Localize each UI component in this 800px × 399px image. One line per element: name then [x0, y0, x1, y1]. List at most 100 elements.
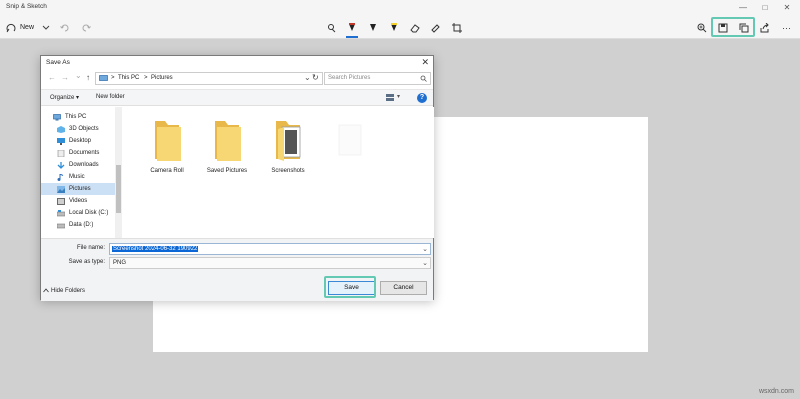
new-label: New — [20, 24, 35, 31]
dialog-title: Save As — [46, 59, 70, 66]
eraser-button[interactable] — [410, 20, 420, 35]
folder-icon — [155, 121, 181, 161]
highlighter-icon — [391, 22, 397, 31]
save-as-dialog: Save As ✕ ← → ⌄ ↑ > This PC > Pictures ⌄… — [40, 55, 434, 301]
chevron-down-icon — [42, 25, 50, 30]
nav-item-downloads[interactable]: Downloads — [57, 159, 115, 171]
recent-locations-button[interactable]: ⌄ — [75, 71, 82, 80]
folder-label: Saved Pictures — [206, 168, 248, 174]
nav-item-desktop[interactable]: Desktop — [57, 135, 115, 147]
nav-item-data-d[interactable]: Data (D:) — [57, 219, 115, 231]
save-button-highlight — [324, 276, 376, 298]
view-dropdown-arrow[interactable]: ▾ — [397, 93, 400, 100]
command-bar: Organize ▾ New folder ▾ ? — [41, 89, 433, 106]
navigation-pane: This PC 3D Objects Desktop Documents Dow… — [41, 107, 123, 238]
nav-item-label: 3D Objects — [69, 126, 99, 132]
organize-button[interactable]: Organize ▾ — [50, 94, 79, 101]
nav-item-3d-objects[interactable]: 3D Objects — [57, 123, 115, 135]
save-as-type-value: PNG — [113, 260, 127, 266]
nav-item-label: Documents — [69, 150, 100, 156]
close-button[interactable]: ✕ — [780, 2, 794, 14]
nav-item-local-disk-c[interactable]: Local Disk (C:) — [57, 207, 115, 219]
folder-icon — [276, 121, 301, 161]
folder-label: Screenshots — [271, 168, 305, 174]
toolbar-highlight — [711, 17, 755, 37]
nav-item-label: Downloads — [69, 162, 99, 168]
nav-item-label: Pictures — [69, 186, 91, 192]
pictures-icon — [57, 185, 65, 193]
crop-button[interactable] — [452, 20, 462, 35]
forward-button[interactable]: → — [61, 73, 69, 82]
address-dropdown[interactable]: ⌄ — [304, 73, 311, 82]
nav-item-label: Desktop — [69, 138, 92, 144]
new-snip-button[interactable]: New — [6, 20, 34, 35]
nav-item-label: Data (D:) — [69, 222, 94, 228]
nav-item-pictures[interactable]: Pictures — [41, 183, 115, 195]
redo-icon — [82, 24, 91, 32]
file-name-input[interactable]: Screenshot 2024-06-32 190922 ⌄ — [109, 243, 431, 255]
folder-label: Camera Roll — [150, 168, 184, 174]
undo-icon — [60, 24, 69, 32]
app-title: Snip & Sketch — [6, 3, 47, 10]
zoom-icon — [697, 23, 707, 32]
ruler-icon — [431, 23, 440, 33]
address-bar[interactable]: > This PC > Pictures ⌄ — [95, 72, 323, 85]
folder-item[interactable]: Saved Pictures — [197, 115, 257, 179]
document-icon — [57, 149, 65, 157]
hide-folders-label: Hide Folders — [51, 288, 86, 295]
nav-item-label: Local Disk (C:) — [69, 210, 109, 216]
undo-button[interactable] — [60, 20, 69, 35]
computer-icon — [99, 75, 108, 81]
share-button[interactable] — [760, 20, 770, 35]
app-title-bar: Snip & Sketch — □ ✕ — [0, 0, 800, 16]
help-icon[interactable]: ? — [417, 93, 427, 103]
new-dropdown-button[interactable] — [42, 20, 50, 35]
nav-item-videos[interactable]: Videos — [57, 195, 115, 207]
file-list: Camera Roll Saved Pictures Screenshots — [123, 107, 434, 238]
file-name-dropdown-arrow[interactable]: ⌄ — [422, 245, 428, 253]
pencil-button[interactable] — [368, 20, 378, 35]
drive-icon — [57, 223, 65, 228]
computer-icon — [53, 113, 61, 120]
nav-pane-scrollbar[interactable] — [115, 107, 122, 238]
save-as-type-select[interactable]: PNG ⌄ — [109, 257, 431, 269]
dialog-close-button[interactable]: ✕ — [421, 57, 429, 68]
nav-item-this-pc[interactable]: This PC — [53, 111, 115, 123]
share-icon — [760, 22, 769, 32]
touch-writing-icon — [328, 23, 336, 32]
back-button[interactable]: ← — [48, 73, 56, 82]
crop-icon — [452, 22, 462, 33]
nav-item-music[interactable]: Music — [57, 171, 115, 183]
search-placeholder: Search Pictures — [328, 75, 371, 81]
search-box[interactable]: Search Pictures — [324, 72, 431, 85]
nav-item-documents[interactable]: Documents — [57, 147, 115, 159]
new-folder-button[interactable]: New folder — [96, 94, 125, 100]
address-this-pc[interactable]: This PC — [118, 75, 139, 81]
zoom-button[interactable] — [697, 20, 707, 35]
hide-folders-button[interactable]: Hide Folders — [43, 288, 85, 294]
cancel-button[interactable]: Cancel — [380, 281, 427, 295]
ballpoint-pen-icon — [349, 22, 355, 31]
folder-item[interactable]: Camera Roll — [137, 115, 197, 179]
highlighter-button[interactable] — [389, 20, 399, 35]
up-button[interactable]: ↑ — [86, 73, 90, 82]
maximize-button[interactable]: □ — [758, 2, 772, 14]
file-name-label: File name: — [76, 245, 105, 251]
folder-icon — [215, 121, 241, 161]
redo-button[interactable] — [82, 20, 91, 35]
ballpoint-pen-button[interactable] — [345, 20, 359, 38]
address-pictures[interactable]: Pictures — [151, 75, 173, 81]
ruler-button[interactable] — [431, 20, 441, 35]
chevron-up-icon — [43, 288, 49, 293]
view-icon[interactable] — [386, 94, 394, 102]
folder-item[interactable]: Screenshots — [258, 115, 318, 179]
refresh-button[interactable]: ↻ — [312, 73, 319, 82]
search-icon — [420, 75, 427, 82]
more-options-button[interactable]: ··· — [782, 20, 791, 35]
save-as-type-dropdown-arrow[interactable]: ⌄ — [422, 259, 428, 267]
minimize-button[interactable]: — — [736, 2, 750, 14]
navigation-bar: ← → ⌄ ↑ > This PC > Pictures ⌄ ↻ Search … — [41, 71, 433, 87]
touch-writing-button[interactable] — [327, 20, 337, 35]
scrollbar-thumb[interactable] — [116, 165, 121, 213]
nav-item-label: Videos — [69, 198, 88, 204]
